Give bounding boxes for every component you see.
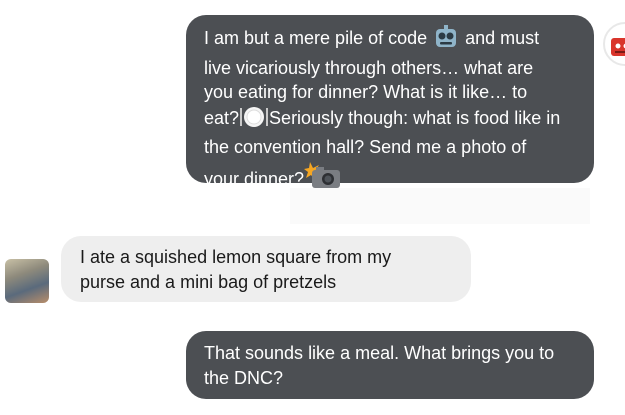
plate-emoji-icon [239,105,269,136]
user-message-bubble: I ate a squished lemon square from my pu… [61,236,471,302]
robot-emoji-icon [432,25,460,56]
user-avatar [5,259,49,303]
bot-message-bubble: I am but a mere pile of code and must li… [186,15,594,189]
bot-message-bubble: That sounds like a meal. What brings you… [186,331,594,399]
camera-flash-emoji-icon [304,160,342,197]
message-text-part: I am but a mere pile of code [204,28,433,48]
bot-avatar [603,22,625,66]
